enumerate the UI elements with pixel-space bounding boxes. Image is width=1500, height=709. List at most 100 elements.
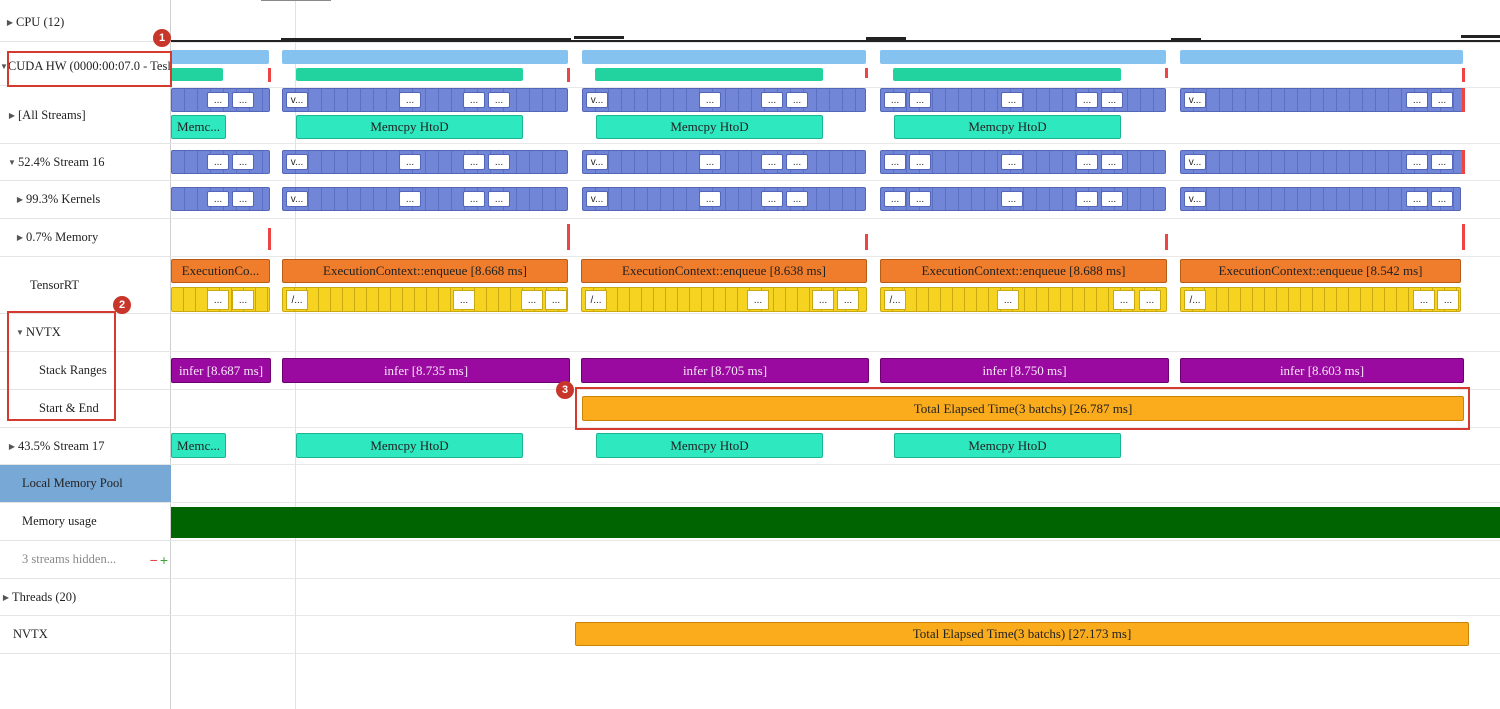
row-cpu[interactable]: ▶ CPU (12) bbox=[0, 4, 171, 42]
kernel-block[interactable]: ... ... bbox=[171, 150, 270, 174]
row-kernels[interactable]: ▶ 99.3% Kernels bbox=[0, 181, 171, 219]
kernel-dots: ... bbox=[488, 154, 510, 170]
layer-dots: ... bbox=[812, 290, 834, 310]
threads-nvtx-range[interactable]: Total Elapsed Time(3 batchs) [27.173 ms] bbox=[575, 622, 1469, 646]
annotation-box-cuda-hw bbox=[7, 51, 172, 87]
tensorrt-layer-block[interactable]: ... ... bbox=[171, 287, 270, 312]
kernel-dots: ... bbox=[1076, 154, 1098, 170]
kernel-dots: ... bbox=[232, 154, 254, 170]
kernel-block[interactable]: v... ... ... ... bbox=[282, 187, 568, 211]
memcpy-block[interactable]: Memcpy HtoD bbox=[296, 115, 523, 139]
row-label: NVTX bbox=[13, 627, 48, 641]
row-stream-17[interactable]: ▶ 43.5% Stream 17 bbox=[0, 428, 171, 465]
kernel-dots: ... bbox=[463, 191, 485, 207]
expand-right-icon[interactable]: ▶ bbox=[0, 593, 12, 602]
kernel-dots: ... bbox=[1406, 191, 1428, 207]
row-label: TensorRT bbox=[30, 277, 80, 292]
kernel-block[interactable]: ... ... bbox=[171, 88, 270, 112]
expand-right-icon[interactable]: ▶ bbox=[4, 18, 16, 27]
layer-label: /... bbox=[1184, 290, 1206, 310]
memcpy-block[interactable]: Memc... bbox=[171, 115, 226, 139]
infer-range[interactable]: infer [8.603 ms] bbox=[1180, 358, 1464, 383]
expand-down-icon[interactable]: ▼ bbox=[6, 158, 18, 167]
kernel-block[interactable]: ... ... bbox=[171, 187, 270, 211]
infer-range[interactable]: infer [8.750 ms] bbox=[880, 358, 1169, 383]
kernel-dots: ... bbox=[909, 92, 931, 108]
kernel-block[interactable]: v... ... ... bbox=[1180, 88, 1463, 112]
show-button[interactable]: + bbox=[160, 552, 168, 568]
kernel-dots: ... bbox=[786, 154, 808, 170]
kernel-dots: ... bbox=[1076, 191, 1098, 207]
tensorrt-layer-block[interactable]: /... ... ... ... bbox=[581, 287, 867, 312]
layer-label: /... bbox=[884, 290, 906, 310]
row-memory-usage[interactable]: Memory usage bbox=[0, 503, 171, 541]
layer-dots: ... bbox=[997, 290, 1019, 310]
tensorrt-layer-block[interactable]: /... ... ... ... bbox=[880, 287, 1167, 312]
kernel-dots: ... bbox=[786, 92, 808, 108]
memcpy-block[interactable]: Memcpy HtoD bbox=[596, 115, 823, 139]
kernel-block[interactable]: ... ... ... ... ... bbox=[880, 187, 1166, 211]
kernel-dots: ... bbox=[1101, 92, 1123, 108]
layer-dots: ... bbox=[1413, 290, 1435, 310]
kernel-dots: ... bbox=[207, 154, 229, 170]
row-threads-nvtx[interactable]: NVTX bbox=[0, 616, 171, 654]
hidden-stream-controls: − + bbox=[150, 552, 168, 568]
kernel-label: v... bbox=[586, 191, 608, 207]
expand-right-icon[interactable]: ▶ bbox=[6, 111, 18, 120]
kernel-block[interactable]: v... ... ... ... bbox=[582, 150, 866, 174]
expand-right-icon[interactable]: ▶ bbox=[14, 233, 26, 242]
memcpy-block[interactable]: Memcpy HtoD bbox=[296, 433, 523, 458]
kernel-block[interactable]: v... ... ... ... bbox=[582, 88, 866, 112]
layer-dots: ... bbox=[232, 290, 254, 310]
layer-label: /... bbox=[286, 290, 308, 310]
kernel-dots: ... bbox=[1406, 154, 1428, 170]
memcpy-block[interactable]: Memcpy HtoD bbox=[894, 115, 1121, 139]
hide-button[interactable]: − bbox=[150, 552, 158, 568]
enqueue-block[interactable]: ExecutionContext::enqueue [8.668 ms] bbox=[282, 259, 568, 283]
kernel-block[interactable]: v... ... ... ... bbox=[282, 150, 568, 174]
kernel-dots: ... bbox=[232, 92, 254, 108]
kernel-dots: ... bbox=[399, 191, 421, 207]
kernel-block[interactable]: v... ... ... ... bbox=[282, 88, 568, 112]
row-memory[interactable]: ▶ 0.7% Memory bbox=[0, 219, 171, 257]
row-threads[interactable]: ▶ Threads (20) bbox=[0, 579, 171, 616]
memory-usage-graph[interactable] bbox=[171, 507, 1500, 538]
row-tensorrt[interactable]: TensorRT bbox=[0, 257, 171, 314]
tensorrt-layer-block[interactable]: /... ... ... bbox=[1180, 287, 1461, 312]
row-all-streams[interactable]: ▶ [All Streams] bbox=[0, 88, 171, 144]
enqueue-block[interactable]: ExecutionContext::enqueue [8.542 ms] bbox=[1180, 259, 1461, 283]
expand-right-icon[interactable]: ▶ bbox=[14, 195, 26, 204]
row-local-memory-pool[interactable]: Local Memory Pool bbox=[0, 465, 171, 503]
kernel-dots: ... bbox=[884, 154, 906, 170]
row-label: Threads (20) bbox=[12, 589, 77, 604]
layer-dots: ... bbox=[1113, 290, 1135, 310]
kernel-dots: ... bbox=[232, 191, 254, 207]
kernel-dots: ... bbox=[1101, 191, 1123, 207]
memcpy-block[interactable]: Memc... bbox=[171, 433, 226, 458]
kernel-dots: ... bbox=[909, 154, 931, 170]
tensorrt-layer-block[interactable]: /... ... ... ... bbox=[282, 287, 568, 312]
enqueue-block[interactable]: ExecutionCo... bbox=[171, 259, 270, 283]
expand-right-icon[interactable]: ▶ bbox=[6, 442, 18, 451]
row-label: 99.3% Kernels bbox=[26, 192, 101, 206]
annotation-badge: 2 bbox=[113, 296, 131, 314]
layer-dots: ... bbox=[837, 290, 859, 310]
enqueue-block[interactable]: ExecutionContext::enqueue [8.688 ms] bbox=[880, 259, 1167, 283]
infer-range[interactable]: infer [8.687 ms] bbox=[171, 358, 271, 383]
kernel-block[interactable]: ... ... ... ... ... bbox=[880, 150, 1166, 174]
infer-range[interactable]: infer [8.705 ms] bbox=[581, 358, 869, 383]
kernel-dots: ... bbox=[1001, 92, 1023, 108]
kernel-block[interactable]: v... ... ... bbox=[1180, 150, 1463, 174]
memcpy-block[interactable]: Memcpy HtoD bbox=[894, 433, 1121, 458]
row-label: CPU (12) bbox=[16, 15, 65, 29]
timeline-area[interactable]: ... ... v... ... ... ... v... ... ... ..… bbox=[171, 0, 1500, 709]
kernel-block[interactable]: v... ... ... bbox=[1180, 187, 1461, 211]
row-stream-16[interactable]: ▼ 52.4% Stream 16 bbox=[0, 144, 171, 181]
kernel-label: v... bbox=[286, 191, 308, 207]
kernel-block[interactable]: v... ... ... ... bbox=[582, 187, 866, 211]
enqueue-block[interactable]: ExecutionContext::enqueue [8.638 ms] bbox=[581, 259, 867, 283]
kernel-block[interactable]: ... ... ... ... ... bbox=[880, 88, 1166, 112]
infer-range[interactable]: infer [8.735 ms] bbox=[282, 358, 570, 383]
row-label: [All Streams] bbox=[18, 108, 86, 122]
memcpy-block[interactable]: Memcpy HtoD bbox=[596, 433, 823, 458]
